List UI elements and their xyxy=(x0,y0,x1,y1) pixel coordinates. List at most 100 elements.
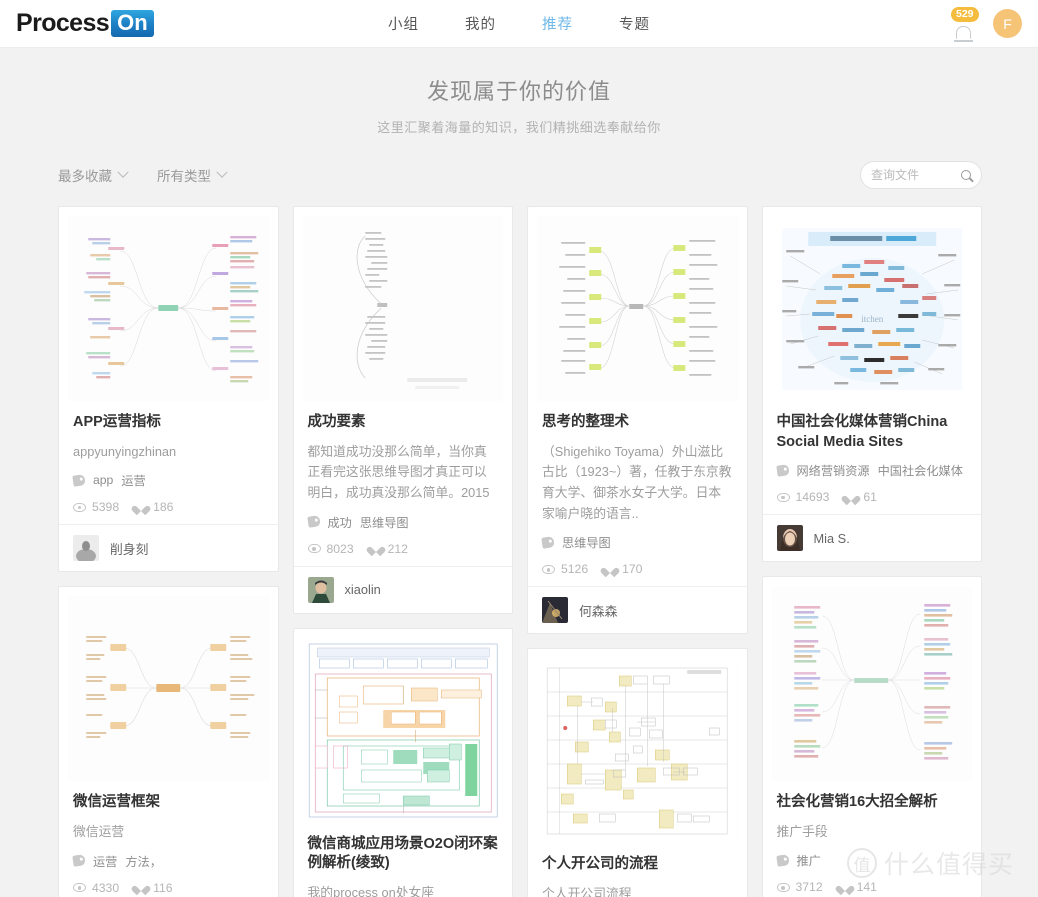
card-tags: 思维导图 xyxy=(541,533,733,551)
card-title[interactable]: 个人开公司的流程 xyxy=(542,855,733,875)
eye-icon xyxy=(73,883,86,893)
card-title[interactable]: 成功要素 xyxy=(308,413,499,433)
view-count-value: 8023 xyxy=(326,541,354,556)
tag-icon xyxy=(775,463,790,477)
card-tags: app 运营 xyxy=(72,471,264,489)
card-stats: 5126 170 xyxy=(542,562,733,576)
card-tag[interactable]: 运营 xyxy=(93,852,117,870)
sort-filter-dropdown[interactable]: 最多收藏 xyxy=(58,165,129,185)
card-body: 微信商城应用场景O2O闭环案例解析(绫致) 我的process on处女座 O2… xyxy=(294,823,513,897)
eye-icon xyxy=(542,564,555,574)
card-thumbnail-mindmap xyxy=(68,596,269,782)
card-title[interactable]: 微信商城应用场景O2O闭环案例解析(绫致) xyxy=(308,835,499,874)
document-card[interactable]: APP运营指标 appyunyingzhinan app 运营 5398 186 xyxy=(58,206,279,573)
card-thumbnail-flowchart xyxy=(302,637,503,823)
card-tag[interactable]: 网络营销资源 xyxy=(797,461,870,479)
search-input[interactable] xyxy=(871,168,959,182)
card-stats: 5398 186 xyxy=(73,500,264,514)
like-count: 116 xyxy=(135,881,172,895)
card-tags: 成功 思维导图 xyxy=(306,513,499,531)
tag-icon xyxy=(775,854,790,867)
like-count: 141 xyxy=(839,880,877,894)
document-card[interactable]: 思考的整理术 （Shigehiko Toyama）外山滋比古比（1923~）著，… xyxy=(527,206,748,635)
header-right-controls: 529 F xyxy=(951,6,1022,42)
card-author-footer[interactable]: Mia S. xyxy=(762,514,981,561)
card-title[interactable]: APP运营指标 xyxy=(73,413,264,433)
heart-icon xyxy=(370,543,382,554)
nav-item-groups[interactable]: 小组 xyxy=(388,13,419,34)
document-card[interactable]: 社会化营销16大招全解析 推广手段 推广 3712 141 xyxy=(761,576,982,897)
author-name[interactable]: 削身刻 xyxy=(110,539,148,558)
main-nav: 小组 我的 推荐 专题 xyxy=(0,13,1038,34)
heart-icon xyxy=(135,882,147,893)
notifications-button[interactable]: 529 xyxy=(951,6,979,42)
view-count: 4330 xyxy=(73,881,119,895)
eye-icon xyxy=(776,882,790,892)
document-card[interactable]: 个人开公司的流程 个人开公司流程 开公司流程 注册公司流程 xyxy=(527,648,748,897)
author-name[interactable]: Mia S. xyxy=(814,531,850,546)
nav-item-topics[interactable]: 专题 xyxy=(619,13,650,34)
document-card[interactable]: 微信商城应用场景O2O闭环案例解析(绫致) 我的process on处女座 O2… xyxy=(292,627,513,897)
card-title[interactable]: 微信运营框架 xyxy=(73,793,264,813)
user-avatar[interactable]: F xyxy=(993,9,1022,38)
card-author-footer[interactable]: xiaolin xyxy=(293,565,512,613)
view-count-value: 3712 xyxy=(795,880,823,895)
like-count-value: 170 xyxy=(622,562,643,577)
card-title[interactable]: 中国社会化媒体营销China Social Media Sites xyxy=(777,413,968,452)
card-tag[interactable]: 思维导图 xyxy=(360,513,409,531)
heart-icon xyxy=(839,882,851,893)
card-title[interactable]: 社会化营销16大招全解析 xyxy=(777,793,968,813)
eye-icon xyxy=(73,502,86,512)
card-tag[interactable]: app xyxy=(93,473,113,487)
document-card[interactable]: 成功要素 都知道成功没那么简单，当你真正看完这张思维导图才真正可以明白，成功真没… xyxy=(292,206,513,614)
chevron-down-icon xyxy=(117,166,129,178)
card-thumbnail-mindmap xyxy=(537,216,738,401)
heart-icon xyxy=(604,564,616,575)
view-count: 14693 xyxy=(776,490,829,504)
eye-icon xyxy=(307,544,321,554)
sort-filter-label: 最多收藏 xyxy=(58,169,112,184)
card-tag[interactable]: 中国社会化媒体 xyxy=(878,461,963,479)
card-tag[interactable]: 推广 xyxy=(797,851,821,869)
top-navigation-bar: Process On 小组 我的 推荐 专题 529 F xyxy=(0,0,1038,48)
card-author-footer[interactable]: 何森森 xyxy=(528,586,747,633)
card-body: 成功要素 都知道成功没那么简单，当你真正看完这张思维导图才真正可以明白，成功真没… xyxy=(294,401,513,566)
chevron-down-icon xyxy=(216,166,228,178)
card-thumbnail-mindmap xyxy=(302,216,503,401)
card-stats: 3712 141 xyxy=(776,880,968,895)
card-body: 个人开公司的流程 个人开公司流程 开公司流程 注册公司流程 xyxy=(528,843,747,897)
document-grid: APP运营指标 appyunyingzhinan app 运营 5398 186 xyxy=(58,206,982,897)
view-count-value: 5126 xyxy=(561,562,589,577)
like-count: 61 xyxy=(845,490,877,504)
nav-item-mine[interactable]: 我的 xyxy=(465,13,496,34)
card-thumbnail-mindmap xyxy=(68,216,269,401)
card-tag[interactable]: 方法， xyxy=(125,852,162,870)
search-box[interactable] xyxy=(860,161,982,189)
view-count: 8023 xyxy=(307,541,354,556)
card-tag[interactable]: 成功 xyxy=(328,513,352,531)
document-card[interactable]: 微信运营框架 微信运营 运营 方法， 4330 116 xyxy=(58,586,279,897)
author-name[interactable]: 何森森 xyxy=(579,601,617,620)
notification-badge: 529 xyxy=(951,6,979,23)
page-root: Process On 小组 我的 推荐 专题 529 F 发现属于你的价值 这里… xyxy=(0,0,1038,897)
like-count: 186 xyxy=(135,500,173,514)
tag-icon xyxy=(72,473,86,487)
card-description: 个人开公司流程 xyxy=(542,886,632,897)
view-count: 5398 xyxy=(73,500,119,514)
search-icon[interactable] xyxy=(961,170,971,180)
tag-icon xyxy=(541,536,555,549)
card-body: APP运营指标 appyunyingzhinan app 运营 5398 186 xyxy=(59,401,278,524)
author-name[interactable]: xiaolin xyxy=(345,582,381,597)
card-description: 推广手段 xyxy=(776,823,828,839)
type-filter-dropdown[interactable]: 所有类型 xyxy=(157,165,228,185)
card-tag[interactable]: 思维导图 xyxy=(562,533,611,551)
like-count-value: 141 xyxy=(856,880,877,895)
heart-icon xyxy=(845,492,857,503)
document-card[interactable]: itchen 中国社会化媒体营销China Social Media Sites… xyxy=(761,206,982,563)
card-author-footer[interactable]: 削身刻 xyxy=(59,524,278,571)
card-tag[interactable]: 运营 xyxy=(121,471,145,489)
card-title[interactable]: 思考的整理术 xyxy=(542,413,733,433)
card-description: 我的process on处女座 xyxy=(307,884,435,897)
type-filter-label: 所有类型 xyxy=(157,169,211,184)
nav-item-recommend[interactable]: 推荐 xyxy=(542,13,573,34)
